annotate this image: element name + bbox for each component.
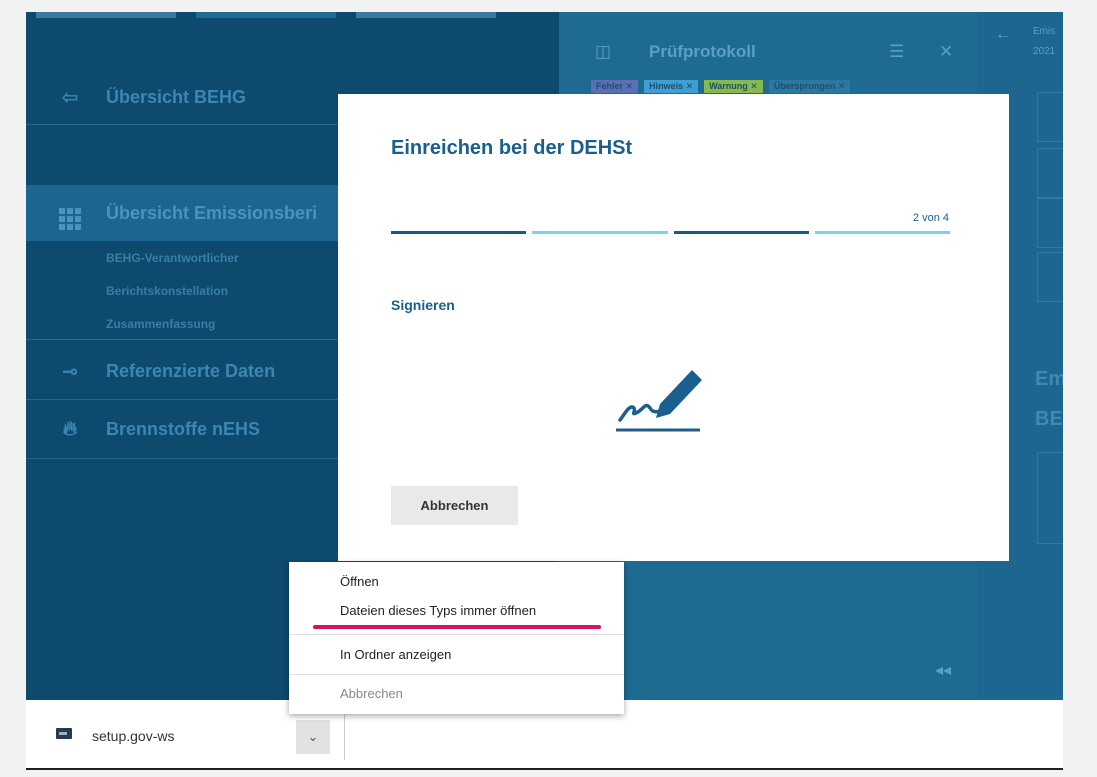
detail-box[interactable] <box>1037 252 1063 302</box>
detail-text-line: Emis <box>1033 26 1056 37</box>
flame-icon: 🔥︎ <box>62 417 78 440</box>
menu-item-always-open[interactable]: Dateien dieses Typs immer öffnen <box>340 603 536 618</box>
filter-chips: Fehler ✕ Hinweis ✕ Warnung ✕ Übersprunge… <box>591 80 851 93</box>
book-icon: ◫ <box>595 42 612 61</box>
detail-box[interactable] <box>1037 198 1063 248</box>
step-progress <box>391 231 950 234</box>
detail-text-line: 2021 <box>1033 46 1056 57</box>
step-bar-done <box>673 231 809 234</box>
chevron-down-icon[interactable]: ⌄ <box>296 720 330 754</box>
tab-segment <box>36 12 176 18</box>
menu-separator <box>289 674 624 675</box>
subnav-item-berichtskonstellation[interactable]: Berichtskonstellation <box>106 275 239 308</box>
filter-icon[interactable]: ☰ <box>889 42 904 62</box>
tab-strip <box>26 12 559 18</box>
chip-uebersprungen[interactable]: Übersprungen ✕ <box>768 80 851 93</box>
nav-item-label: Übersicht Emissionsberi <box>106 202 318 223</box>
menu-item-show-in-folder[interactable]: In Ordner anzeigen <box>340 647 451 662</box>
detail-text: Emis 2021 <box>1033 22 1055 62</box>
step-bar-pending <box>532 231 668 234</box>
subnav-item-verantwortlicher[interactable]: BEHG-Verantwortlicher <box>106 242 239 275</box>
detail-heading: BE <box>1035 408 1063 430</box>
tab-segment-active <box>196 12 336 18</box>
divider <box>344 710 345 760</box>
nav-item-label: Brennstoffe nEHS <box>106 418 261 439</box>
download-filename[interactable]: setup.gov-ws <box>92 728 174 744</box>
collapse-icon[interactable]: ◂◂ <box>935 660 951 680</box>
highlight-underline <box>313 625 601 629</box>
signature-pen-icon <box>616 370 702 432</box>
menu-separator <box>289 634 624 635</box>
nav-item-label: Übersicht BEHG <box>106 86 247 107</box>
back-arrow-icon[interactable]: ← <box>995 26 1011 44</box>
menu-item-open[interactable]: Öffnen <box>340 574 379 589</box>
subnav-item-zusammenfassung[interactable]: Zusammenfassung <box>106 308 239 341</box>
tab-segment <box>356 12 496 18</box>
panel-title: Prüfprotokoll <box>649 42 756 61</box>
detail-heading: Em <box>1035 368 1063 390</box>
cancel-button[interactable]: Abbrechen <box>391 486 518 525</box>
detail-box[interactable] <box>1037 92 1063 142</box>
sign-in-icon: ⇦ <box>61 86 79 109</box>
nav-item-label: Referenzierte Daten <box>106 360 276 381</box>
chip-hinweis[interactable]: Hinweis ✕ <box>644 80 699 93</box>
step-counter: 2 von 4 <box>912 212 949 224</box>
subnav: BEHG-Verantwortlicher Berichtskonstellat… <box>106 242 239 341</box>
dialog-title: Einreichen bei der DEHSt <box>391 137 633 159</box>
step-title: Signieren <box>391 297 455 313</box>
chip-fehler[interactable]: Fehler ✕ <box>591 80 639 93</box>
menu-item-cancel[interactable]: Abbrechen <box>340 686 403 701</box>
close-icon[interactable]: ✕ <box>939 42 953 62</box>
download-context-menu: Öffnen Dateien dieses Typs immer öffnen … <box>289 562 624 714</box>
submit-dialog: Einreichen bei der DEHSt 2 von 4 Signier… <box>338 94 1009 561</box>
chip-warnung[interactable]: Warnung ✕ <box>704 80 763 93</box>
detail-box[interactable] <box>1037 148 1063 198</box>
file-icon <box>56 728 72 739</box>
detail-box <box>1037 452 1063 544</box>
key-icon: ⊸ <box>61 360 79 383</box>
step-bar-pending <box>814 231 950 234</box>
grid-icon <box>56 197 84 230</box>
step-bar-done <box>391 231 527 234</box>
